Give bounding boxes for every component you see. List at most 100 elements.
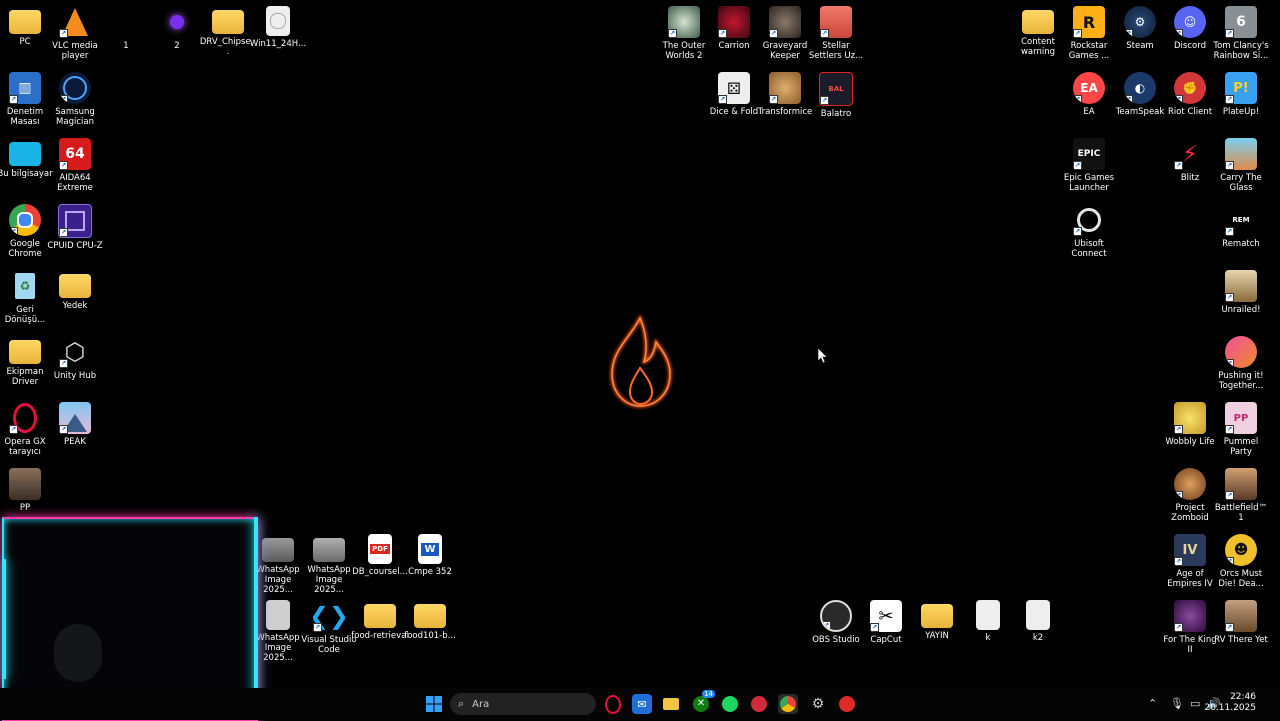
desktop-icon-pummel-party[interactable]: PP ↗ Pummel Party — [1216, 402, 1266, 457]
search-icon: ⌕ — [458, 697, 465, 710]
folder-icon — [9, 340, 41, 364]
desktop-icon-carry-the-glass[interactable]: ↗ Carry The Glass — [1216, 138, 1266, 193]
epic-games-icon: EPIC ↗ — [1073, 138, 1105, 170]
chevron-up-icon[interactable]: ⌃ — [1148, 697, 1157, 710]
desktop-icon-ubisoft[interactable]: ↗ Ubisoft Connect — [1064, 204, 1114, 259]
desktop-icon-control-panel[interactable]: ▥ ↗ Denetim Masası — [0, 72, 50, 127]
desktop-icon-stellar-settlers[interactable]: ↗ Stellar Settlers Uz... — [809, 6, 863, 61]
desktop-icon-vlc[interactable]: ↗ VLC media player — [50, 6, 100, 61]
desktop-icon-aida64[interactable]: 64 ↗ AIDA64 Extreme — [50, 138, 100, 193]
desktop-icon-for-the-king-2[interactable]: ↗ For The King II — [1163, 600, 1217, 655]
desktop-icon-balatro[interactable]: BAL ↗ Balatro — [811, 72, 861, 119]
desktop-icon-win11-iso[interactable]: Win11_24H... — [250, 6, 306, 49]
desktop-icon-k2[interactable]: k2 — [1013, 600, 1063, 643]
taskbar-app-red-2[interactable] — [837, 694, 857, 714]
orcs-icon: ☻ ↗ — [1225, 534, 1257, 566]
desktop-icon-rockstar[interactable]: R ↗ Rockstar Games ... — [1064, 6, 1114, 61]
start-button[interactable] — [424, 694, 444, 714]
taskbar-outlook[interactable]: ✉ — [632, 694, 652, 714]
desktop-icon-vscode[interactable]: ❮❯↗ Visual Studio Code — [301, 600, 356, 655]
desktop-icon-teamspeak[interactable]: ◐ ↗ TeamSpeak — [1115, 72, 1165, 117]
desktop-icon-this-pc[interactable]: Bu bilgisayar — [0, 138, 53, 179]
desktop-icon-blitz[interactable]: ⚡ ↗ Blitz — [1165, 138, 1215, 183]
desktop-icon-discord[interactable]: ☺ ↗ Discord — [1165, 6, 1215, 51]
desktop-icon-project-zomboid[interactable]: ↗ Project Zomboid — [1165, 468, 1215, 523]
desktop-icon-ekipman-driver[interactable]: Ekipman Driver — [0, 336, 50, 387]
image-file-icon — [262, 538, 294, 562]
desktop-icon-whatsapp-image-3[interactable]: WhatsApp Image 2025... — [253, 600, 303, 663]
system-clock[interactable]: 22:46 20.11.2025 — [1204, 692, 1256, 714]
pdf-icon: PDF — [368, 534, 392, 564]
taskbar-opera-gx[interactable] — [603, 694, 623, 714]
taskbar-file-explorer[interactable] — [661, 694, 681, 714]
steam-icon: ⚙ ↗ — [1124, 6, 1156, 38]
desktop-icon-content-warning[interactable]: Content warning — [1013, 6, 1063, 57]
desktop-icon-yedek[interactable]: Yedek — [50, 270, 100, 311]
desktop-icon-graveyard-keeper[interactable]: ↗ Graveyard Keeper — [760, 6, 810, 61]
taskbar-steam-app[interactable]: ⚙ — [808, 694, 828, 714]
desktop-icon-unity-hub[interactable]: ⬡ ↗ Unity Hub — [50, 336, 100, 381]
desktop-icon-recycle-bin[interactable]: ♻ Geri Dönüşü... — [0, 270, 50, 325]
stellar-settlers-icon: ↗ — [820, 6, 852, 38]
network-icon[interactable]: ▭ — [1190, 697, 1200, 710]
desktop-icon-wobbly-life[interactable]: ↗ Wobbly Life — [1165, 402, 1215, 447]
desktop-icon-battlefield-1[interactable]: ↗ Battlefield™ 1 — [1215, 468, 1267, 523]
desktop-icon-drv-chipset[interactable]: DRV_Chipse... — [200, 6, 256, 57]
desktop-icon-cpuz[interactable]: ↗ CPUID CPU-Z — [47, 204, 103, 251]
desktop-icon-steam[interactable]: ⚙ ↗ Steam — [1115, 6, 1165, 51]
desktop-icon-transformice[interactable]: ↗ Transformice — [758, 72, 812, 117]
teamspeak-icon: ◐ ↗ — [1124, 72, 1156, 104]
desktop-icon-whatsapp-image-2[interactable]: WhatsApp Image 2025... — [304, 534, 354, 595]
recycle-bin-icon: ♻ — [9, 270, 41, 302]
taskbar-search[interactable]: ⌕ Ara — [450, 693, 596, 715]
desktop-icon-yayin[interactable]: YAYIN — [912, 600, 962, 641]
desktop-icon-riot-client[interactable]: ✊ ↗ Riot Client — [1165, 72, 1215, 117]
desktop-icon-ea[interactable]: EA ↗ EA — [1064, 72, 1114, 117]
desktop-icon-rematch[interactable]: REM ↗ Rematch — [1216, 204, 1266, 249]
desktop-icon-food-retrieval[interactable]: food-retrieval — [351, 600, 409, 641]
desktop-icon-pp[interactable]: PP — [0, 468, 50, 513]
desktop-icon-aoe4[interactable]: IV ↗ Age of Empires IV — [1165, 534, 1215, 589]
desktop-icon-obs[interactable]: ↗ OBS Studio — [811, 600, 861, 645]
blank-icon — [110, 6, 142, 38]
rainbow-six-icon: 6 ↗ — [1225, 6, 1257, 38]
desktop-icon-plateup[interactable]: P! ↗ PlateUp! — [1216, 72, 1266, 117]
desktop-icon-dice-fold[interactable]: ⚄ ↗ Dice & Fold — [709, 72, 759, 117]
taskbar-xbox[interactable]: ✕ 14 — [691, 690, 715, 714]
desktop-icon-label: VLC media player — [52, 41, 98, 61]
desktop-icon-db-course[interactable]: PDF DB_coursel... — [352, 534, 408, 577]
desktop-icon-samsung-magician[interactable]: ↗ Samsung Magician — [50, 72, 100, 127]
desktop-icon-capcut[interactable]: ✂ ↗ CapCut — [861, 600, 911, 645]
desktop-icon-epic[interactable]: EPIC ↗ Epic Games Launcher — [1064, 138, 1114, 193]
desktop-icon-1[interactable]: 1 — [101, 6, 151, 51]
desktop-icon-orcs-must-die[interactable]: ☻ ↗ Orcs Must Die! Dea... — [1216, 534, 1266, 589]
vlc-icon: ↗ — [59, 6, 91, 38]
taskbar-app-red-1[interactable] — [749, 694, 769, 714]
desktop-icon-2[interactable]: 2 — [152, 6, 202, 51]
desktop-icon-rv-there-yet[interactable]: ↗ RV There Yet — [1214, 600, 1268, 645]
desktop-icon-chrome[interactable]: ↗ Google Chrome — [0, 204, 50, 259]
desktop-icon-opera-gx[interactable]: ↗ Opera GX tarayıcı — [0, 402, 50, 457]
desktop-icon-label: Epic Games Launcher — [1063, 173, 1115, 193]
desktop-icon-peak[interactable]: ↗ PEAK — [50, 402, 100, 447]
folder-icon — [59, 274, 91, 298]
chrome-icon — [780, 696, 796, 712]
taskbar-chrome[interactable] — [778, 694, 798, 714]
desktop-icon-label: Rematch — [1222, 239, 1260, 249]
desktop-icon-rainbow-six[interactable]: 6 ↗ Tom Clancy's Rainbow Si... — [1213, 6, 1269, 61]
microphone-icon[interactable]: 🎙 — [1170, 697, 1184, 710]
desktop-icon-unrailed[interactable]: ↗ Unrailed! — [1216, 270, 1266, 315]
desktop-icon-whatsapp-image-1[interactable]: WhatsApp Image 2025... — [253, 534, 303, 595]
desktop-icon-outer-worlds-2[interactable]: ↗ The Outer Worlds 2 — [659, 6, 709, 61]
desktop-icon-k[interactable]: k — [963, 600, 1013, 643]
taskbar-spotify[interactable] — [720, 694, 740, 714]
folder-icon — [9, 10, 41, 34]
desktop-icon-cmpe-352[interactable]: W Cmpe 352 — [405, 534, 455, 577]
desktop-icon-label: Project Zomboid — [1171, 503, 1209, 523]
desktop-icon-carrion[interactable]: ↗ Carrion — [709, 6, 759, 51]
opera-gx-icon — [605, 694, 621, 714]
webcam-glow-left — [2, 559, 6, 679]
desktop-icon-pushing-it[interactable]: ↗ Pushing it! Together... — [1216, 336, 1266, 391]
desktop-icon-pc[interactable]: PC — [0, 6, 50, 47]
desktop-icon-food101[interactable]: food101-b... — [404, 600, 456, 641]
